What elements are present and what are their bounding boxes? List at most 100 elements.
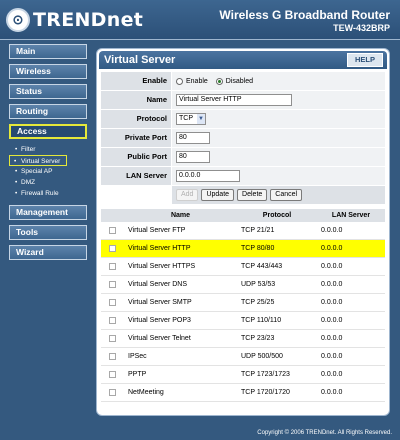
copyright-footer: Copyright © 2006 TRENDnet. All Rights Re… bbox=[257, 430, 392, 436]
row-checkbox[interactable] bbox=[109, 281, 116, 288]
nav-routing[interactable]: Routing bbox=[9, 104, 87, 119]
row-name: Virtual Server DNS bbox=[128, 281, 188, 288]
action-buttons: Add Update Delete Cancel bbox=[172, 186, 385, 204]
nav-tools[interactable]: Tools bbox=[9, 225, 87, 240]
row-protocol: TCP 110/110 bbox=[241, 317, 282, 324]
delete-button[interactable]: Delete bbox=[237, 189, 268, 201]
row-name: Virtual Server HTTPS bbox=[128, 263, 196, 270]
row-checkbox[interactable] bbox=[109, 371, 116, 378]
row-protocol: TCP 1720/1720 bbox=[241, 389, 290, 396]
row-name: PPTP bbox=[128, 371, 147, 378]
row-checkbox[interactable] bbox=[109, 389, 116, 396]
row-checkbox[interactable] bbox=[109, 227, 116, 234]
nav-main[interactable]: Main bbox=[9, 44, 87, 59]
help-button[interactable]: HELP bbox=[347, 53, 383, 67]
row-name: Virtual Server HTTP bbox=[128, 245, 191, 252]
row-name: Virtual Server Telnet bbox=[128, 335, 191, 342]
nav-management[interactable]: Management bbox=[9, 205, 87, 220]
row-checkbox[interactable] bbox=[109, 263, 116, 270]
access-submenu: Filter Virtual Server Special AP DMZ Fir… bbox=[9, 144, 87, 199]
nav-status[interactable]: Status bbox=[9, 84, 87, 99]
page-title: Virtual Server bbox=[104, 54, 176, 66]
table-row[interactable]: Virtual Server HTTPS TCP 443/443 0.0.0.0 bbox=[101, 258, 385, 276]
row-checkbox[interactable] bbox=[109, 353, 116, 360]
row-lan-server: 0.0.0.0 bbox=[321, 263, 343, 270]
nav-wizard[interactable]: Wizard bbox=[9, 245, 87, 260]
row-protocol: TCP 1723/1723 bbox=[241, 371, 290, 378]
row-checkbox[interactable] bbox=[109, 335, 116, 342]
virtual-server-panel: Virtual Server HELP Enable Enable Disabl… bbox=[96, 48, 390, 416]
logo-text: TRENDnet bbox=[33, 9, 144, 31]
private-port-label: Private Port bbox=[101, 129, 171, 147]
enable-radio[interactable] bbox=[176, 77, 183, 85]
row-checkbox[interactable] bbox=[109, 317, 116, 324]
row-protocol: TCP 21/21 bbox=[241, 227, 275, 234]
subnav-filter[interactable]: Filter bbox=[13, 144, 87, 155]
enable-label: Enable bbox=[101, 72, 171, 90]
header-name: Name bbox=[170, 212, 191, 219]
subnav-special-ap[interactable]: Special AP bbox=[13, 166, 87, 177]
header-lan-server: LAN Server bbox=[331, 212, 371, 219]
table-row[interactable]: Virtual Server FTP TCP 21/21 0.0.0.0 bbox=[101, 222, 385, 240]
enable-radio-label: Enable bbox=[186, 77, 208, 85]
disable-radio-label: Disabled bbox=[225, 77, 254, 85]
table-row[interactable]: Virtual Server Telnet TCP 23/23 0.0.0.0 bbox=[101, 330, 385, 348]
virtual-server-table: Name Protocol LAN Server Virtual Server … bbox=[101, 209, 385, 402]
protocol-select[interactable]: TCP ▼ bbox=[176, 113, 206, 125]
row-name: Virtual Server FTP bbox=[128, 227, 186, 234]
subnav-virtual-server[interactable]: Virtual Server bbox=[9, 155, 67, 167]
sidebar: Main Wireless Status Routing Access Filt… bbox=[9, 44, 87, 265]
add-button[interactable]: Add bbox=[176, 189, 199, 201]
table-row-selected[interactable]: Virtual Server HTTP TCP 80/80 0.0.0.0 bbox=[101, 240, 385, 258]
table-header: Name Protocol LAN Server bbox=[101, 209, 385, 222]
row-protocol: UDP 500/500 bbox=[241, 353, 283, 360]
row-lan-server: 0.0.0.0 bbox=[321, 299, 343, 306]
row-protocol: TCP 23/23 bbox=[241, 335, 275, 342]
cancel-button[interactable]: Cancel bbox=[270, 189, 303, 201]
enable-options: Enable Disabled bbox=[172, 72, 385, 90]
table-row[interactable]: NetMeeting TCP 1720/1720 0.0.0.0 bbox=[101, 384, 385, 402]
enable-row: Enable Enable Disabled bbox=[101, 72, 385, 90]
public-port-row: Public Port 80 bbox=[101, 148, 385, 166]
action-row-spacer bbox=[101, 186, 171, 204]
row-protocol: TCP 443/443 bbox=[241, 263, 283, 270]
private-port-input[interactable]: 80 bbox=[176, 132, 210, 144]
trendnet-logo: ⊙ TRENDnet bbox=[6, 7, 143, 33]
nav-access[interactable]: Access bbox=[9, 124, 87, 139]
table-row[interactable]: Virtual Server DNS UDP 53/53 0.0.0.0 bbox=[101, 276, 385, 294]
lan-server-input[interactable]: 0.0.0.0 bbox=[176, 170, 240, 182]
row-name: IPSec bbox=[128, 353, 147, 360]
private-port-row: Private Port 80 bbox=[101, 129, 385, 147]
panel-title-bar: Virtual Server HELP bbox=[99, 51, 387, 69]
header-protocol: Protocol bbox=[262, 212, 292, 219]
table-row[interactable]: PPTP TCP 1723/1723 0.0.0.0 bbox=[101, 366, 385, 384]
row-checkbox[interactable] bbox=[109, 245, 116, 252]
lan-server-row: LAN Server 0.0.0.0 bbox=[101, 167, 385, 185]
subnav-dmz[interactable]: DMZ bbox=[13, 177, 87, 188]
disable-radio[interactable] bbox=[215, 77, 223, 85]
logo-mark-icon: ⊙ bbox=[6, 8, 30, 32]
name-input[interactable]: Virtual Server HTTP bbox=[176, 94, 292, 106]
row-lan-server: 0.0.0.0 bbox=[321, 371, 343, 378]
row-lan-server: 0.0.0.0 bbox=[321, 389, 343, 396]
chevron-down-icon: ▼ bbox=[197, 114, 205, 124]
update-button[interactable]: Update bbox=[201, 189, 235, 201]
row-protocol: TCP 25/25 bbox=[241, 299, 275, 306]
public-port-input[interactable]: 80 bbox=[176, 151, 210, 163]
nav-wireless[interactable]: Wireless bbox=[9, 64, 87, 79]
row-checkbox[interactable] bbox=[109, 299, 116, 306]
header-bar: ⊙ TRENDnet Wireless G Broadband Router T… bbox=[0, 0, 400, 40]
row-protocol: TCP 80/80 bbox=[241, 245, 275, 252]
public-port-label: Public Port bbox=[101, 148, 171, 166]
table-row[interactable]: Virtual Server POP3 TCP 110/110 0.0.0.0 bbox=[101, 312, 385, 330]
action-row: Add Update Delete Cancel bbox=[101, 186, 385, 204]
row-lan-server: 0.0.0.0 bbox=[321, 281, 343, 288]
table-row[interactable]: Virtual Server SMTP TCP 25/25 0.0.0.0 bbox=[101, 294, 385, 312]
row-protocol: UDP 53/53 bbox=[241, 281, 276, 288]
subnav-firewall-rule[interactable]: Firewall Rule bbox=[13, 188, 87, 199]
protocol-value: TCP bbox=[179, 115, 193, 122]
row-lan-server: 0.0.0.0 bbox=[321, 227, 343, 234]
table-row[interactable]: IPSec UDP 500/500 0.0.0.0 bbox=[101, 348, 385, 366]
row-lan-server: 0.0.0.0 bbox=[321, 353, 343, 360]
name-row: Name Virtual Server HTTP bbox=[101, 91, 385, 109]
